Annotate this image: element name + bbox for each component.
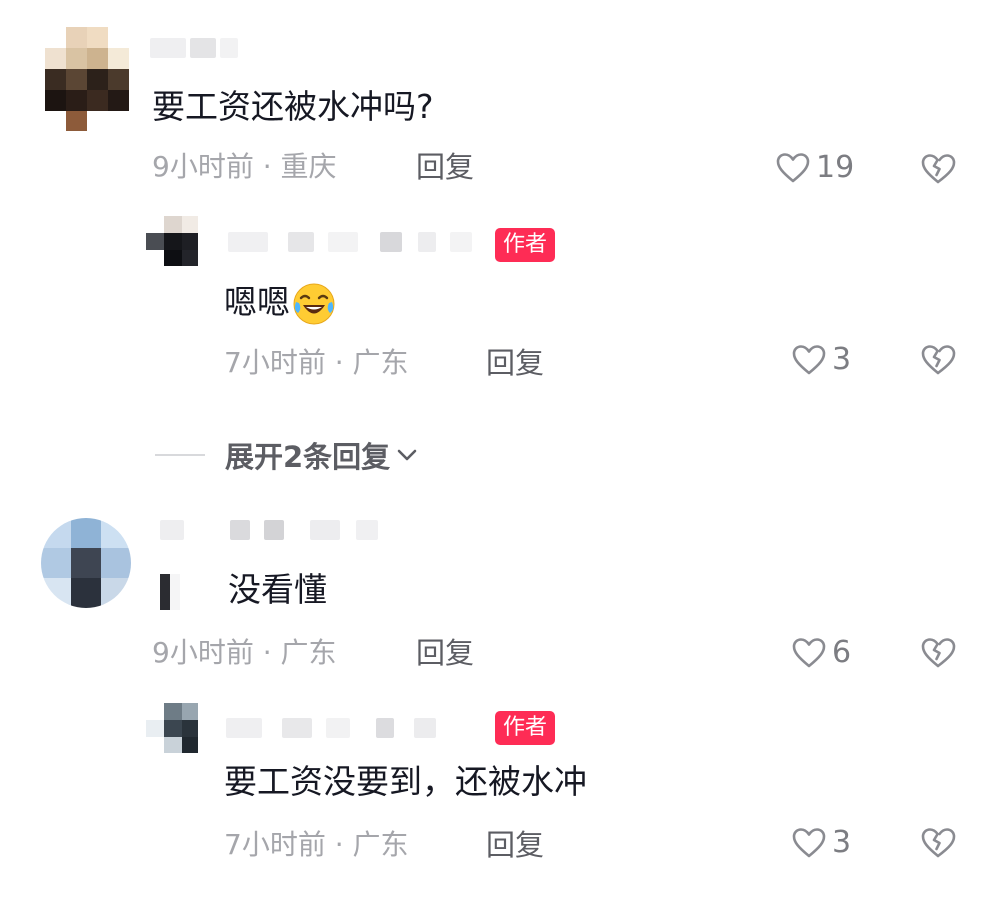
comment-text: 要工资还被水冲吗? (152, 87, 434, 126)
like-button[interactable]: 3 (792, 826, 851, 860)
like-count: 6 (832, 635, 852, 670)
like-count: 3 (832, 342, 852, 377)
username[interactable] (160, 520, 385, 550)
heart-icon (792, 345, 826, 375)
comment-time: 9小时前 (152, 636, 254, 669)
avatar[interactable] (45, 27, 129, 131)
heart-icon (792, 828, 826, 858)
username[interactable] (150, 38, 240, 68)
comment-meta: 7小时前 · 广东 (224, 828, 409, 861)
broken-heart-icon[interactable] (920, 826, 956, 860)
avatar[interactable] (146, 216, 198, 266)
author-badge: 作者 (495, 711, 556, 745)
like-count: 19 (816, 150, 855, 185)
comment-text: 没看懂 (150, 570, 327, 610)
like-count: 3 (832, 825, 852, 860)
divider (155, 454, 205, 456)
decorative-blur (150, 573, 180, 610)
comment-time: 9小时前 (152, 150, 254, 183)
comment-meta: 9小时前 · 重庆 (152, 150, 337, 183)
expand-replies-button[interactable]: 展开2条回复 (155, 434, 420, 476)
avatar[interactable] (41, 518, 131, 608)
broken-heart-icon[interactable] (920, 636, 956, 670)
reply-text: 要工资没要到，还被水冲 (224, 762, 587, 801)
comment-meta: 7小时前 · 广东 (224, 346, 409, 379)
chevron-down-icon (397, 449, 417, 461)
reply-button[interactable]: 回复 (486, 346, 544, 380)
comment-location: 重庆 (280, 150, 337, 183)
reply-button[interactable]: 回复 (486, 828, 544, 862)
comment-time: 7小时前 (224, 828, 326, 861)
broken-heart-icon[interactable] (920, 343, 956, 377)
expand-replies-label: 展开2条回复 (225, 440, 391, 474)
comment-meta: 9小时前 · 广东 (152, 636, 337, 669)
username[interactable] (226, 718, 446, 748)
reply-text: 嗯嗯 (224, 282, 336, 326)
laughing-crying-emoji (293, 283, 335, 325)
author-badge: 作者 (495, 228, 556, 262)
reply-button[interactable]: 回复 (416, 150, 474, 184)
heart-icon (792, 638, 826, 668)
avatar[interactable] (146, 703, 198, 753)
like-button[interactable]: 19 (776, 151, 854, 185)
username[interactable] (228, 232, 478, 262)
broken-heart-icon[interactable] (920, 152, 956, 186)
like-button[interactable]: 3 (792, 343, 851, 377)
comment-location: 广东 (352, 346, 409, 379)
comment-text-body: 没看懂 (228, 570, 327, 609)
comment-location: 广东 (280, 636, 337, 669)
like-button[interactable]: 6 (792, 636, 851, 670)
comment-time: 7小时前 (224, 346, 326, 379)
reply-text-body: 嗯嗯 (224, 282, 290, 322)
comment-location: 广东 (352, 828, 409, 861)
heart-icon (776, 153, 810, 183)
reply-button[interactable]: 回复 (416, 636, 474, 670)
